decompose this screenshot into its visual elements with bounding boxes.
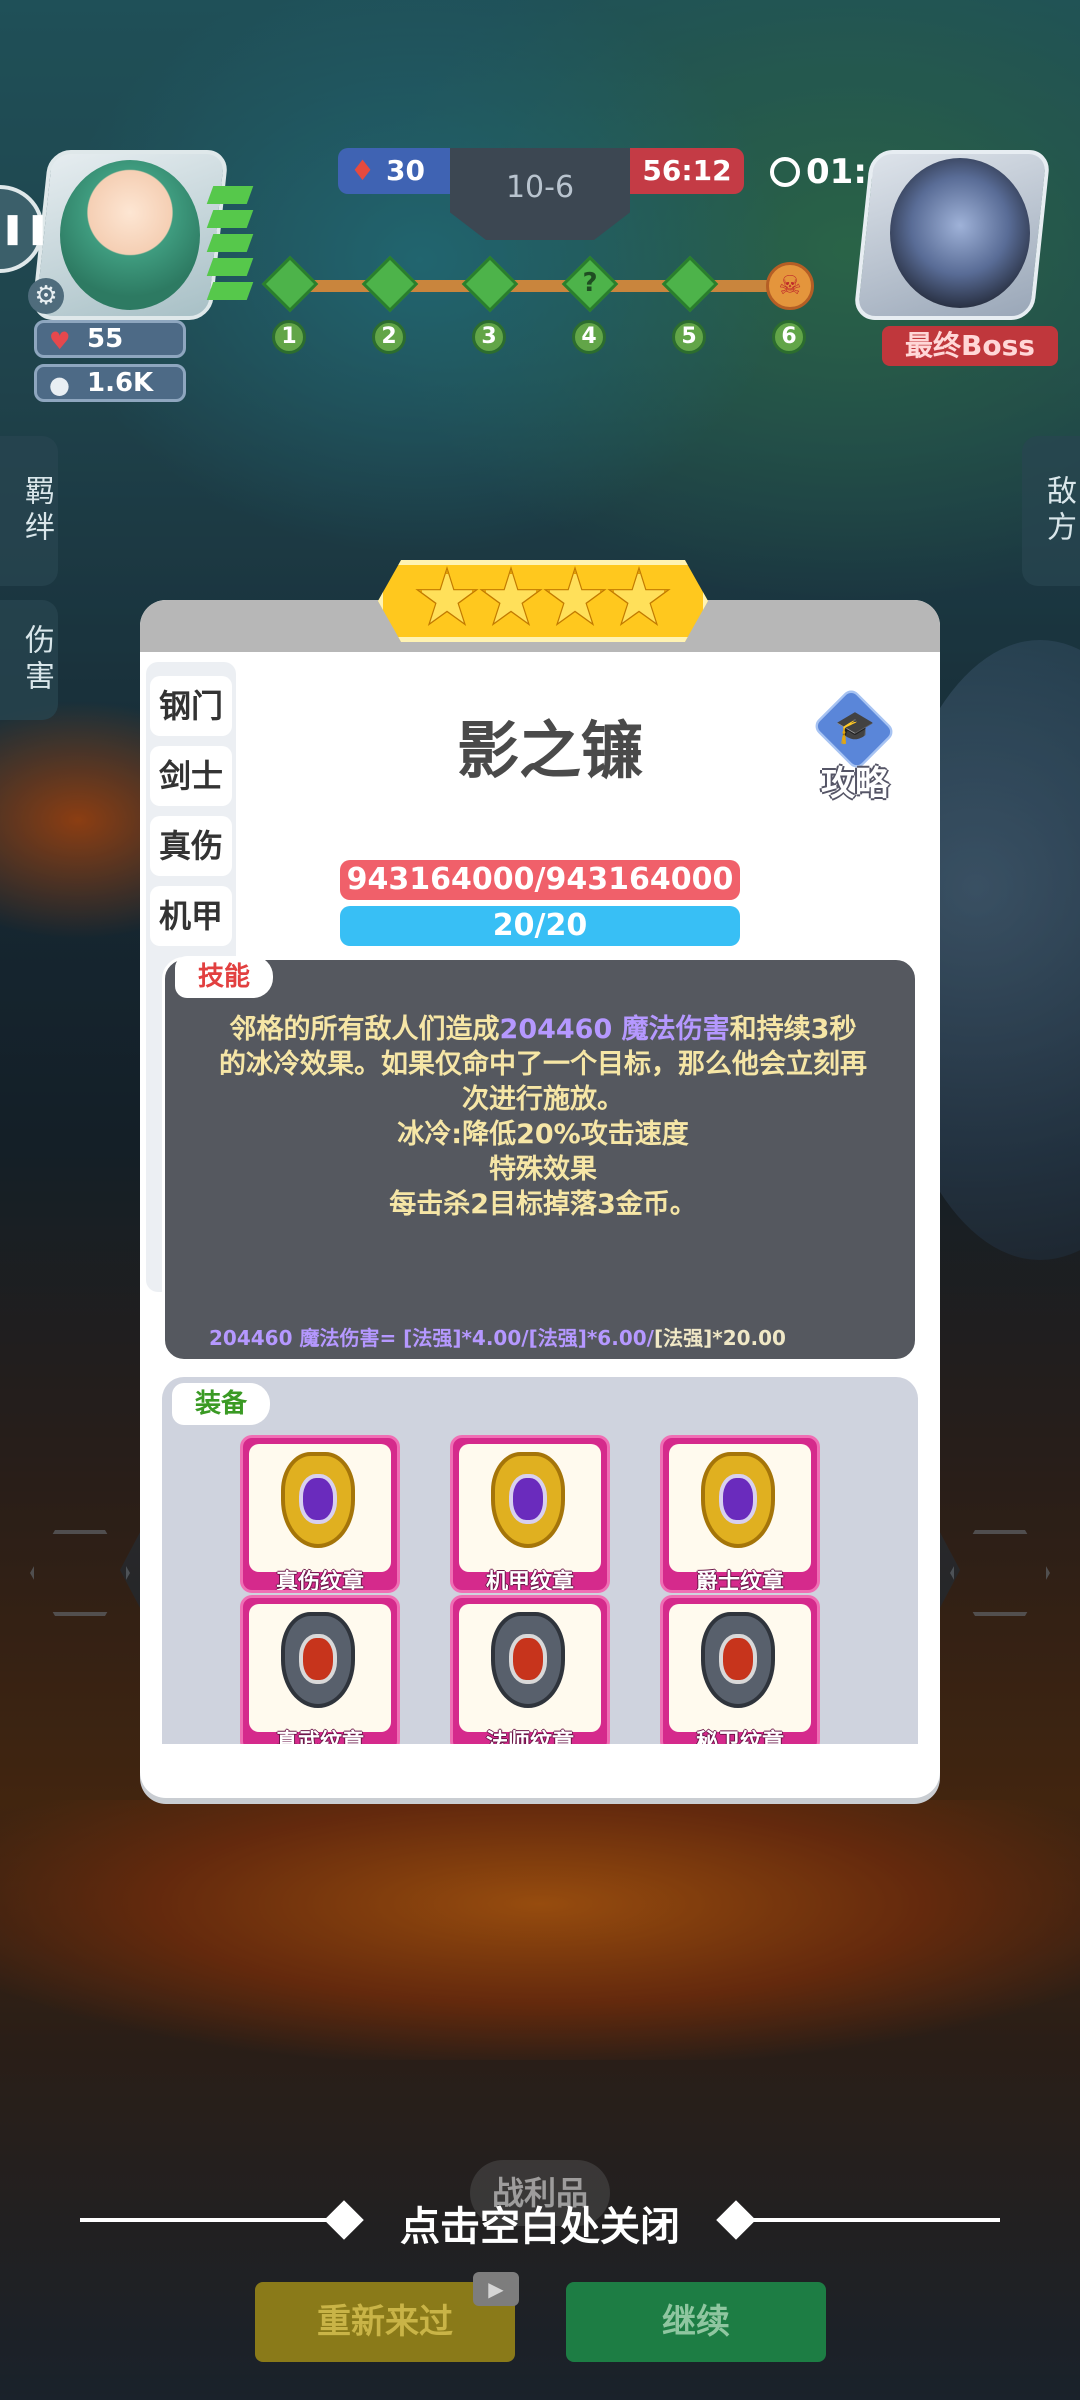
skill-text-line: 特殊效果 (489, 1154, 597, 1185)
emblem-icon (491, 1612, 565, 1708)
equipment-card[interactable]: 机甲纹章 (450, 1435, 610, 1593)
skill-text-line: 次进行施放。 (462, 1084, 624, 1115)
wave-node-boss: ☠ (764, 260, 816, 312)
dialog-footer (162, 1744, 918, 1794)
wave-node-1 (261, 255, 319, 313)
coin-icon: ● (49, 371, 70, 399)
player-hp-pill: ♥ 55 (34, 320, 186, 358)
hp-bar: 943164000/943164000 (340, 860, 740, 900)
video-icon: ▶ (473, 2272, 519, 2306)
hero-name: 影之镰 (456, 714, 643, 787)
star-rating (378, 560, 708, 642)
star-ribbon (378, 560, 708, 642)
wave-number-1: 1 (272, 320, 306, 354)
formula-part: 204460 魔法伤害= [法强]*4.00/[法强]*6.00/ (209, 1326, 654, 1350)
formula-part: [法强]*20.00 (653, 1326, 786, 1350)
emblem-icon (281, 1452, 355, 1548)
top-hud: ❚❚ ⚙ ♥ 55 ● 1.6K ♦ 30 10-6 56:12 01:4 ? … (0, 0, 1080, 420)
equipment-name: 机甲纹章 (485, 1570, 574, 1593)
skill-damage-highlight: 204460 魔法伤害 (499, 1014, 730, 1045)
kill-count-value: 30 (386, 154, 425, 187)
retry-label: 重新来过 (317, 2302, 453, 2342)
player-gold-value: 1.6K (87, 368, 154, 398)
equipment-panel: 装备 真伤纹章 机甲纹章 爵士纹章 真武纹章 法师纹章 秘卫纹章 (162, 1377, 918, 1789)
continue-button[interactable]: 继续 (566, 2282, 826, 2362)
enemy-tab[interactable]: 敌方 (1022, 436, 1080, 586)
wave-node-5 (661, 255, 719, 313)
close-hint[interactable]: 点击空白处关闭 (0, 2190, 1080, 2250)
skill-text-line: 每击杀2目标掉落3金币。 (389, 1189, 697, 1220)
wave-number-3: 3 (472, 320, 506, 354)
skill-text-line: 冰冷:降低20%攻击速度 (397, 1119, 689, 1150)
boss-avatar[interactable] (890, 158, 1030, 308)
player-gold-pill: ● 1.6K (34, 364, 186, 402)
flame-icon: ♦ (350, 154, 376, 187)
wave-number-6: 6 (772, 320, 806, 354)
player-hp-value: 55 (87, 324, 124, 354)
player-avatar[interactable] (60, 160, 200, 310)
heart-icon: ♥ (49, 327, 71, 355)
trait-tag[interactable]: 真伤 (150, 816, 232, 876)
skill-text-line: 邻格的所有敌人们造成 (229, 1014, 500, 1045)
wave-number-4: 4 (572, 320, 606, 354)
skill-description: 邻格的所有敌人们造成204460 魔法伤害和持续3秒 的冰冷效果。如果仅命中了一… (195, 1012, 891, 1222)
wave-node-3 (461, 255, 519, 313)
gear-icon[interactable]: ⚙ (28, 278, 64, 314)
stage-indicator: 10-6 (450, 148, 630, 240)
equipment-card[interactable]: 爵士纹章 (660, 1435, 820, 1593)
equipment-card[interactable]: 真武纹章 (240, 1595, 400, 1753)
equipment-card[interactable]: 法师纹章 (450, 1595, 610, 1753)
emblem-icon (701, 1452, 775, 1548)
emblem-icon (701, 1612, 775, 1708)
wave-node-4: ? (561, 255, 619, 313)
skull-icon: ☠ (766, 262, 814, 310)
wave-node-2 (361, 255, 419, 313)
close-hint-text: 点击空白处关闭 (400, 2204, 680, 2250)
mana-bar: 20/20 (340, 906, 740, 946)
equipment-name: 爵士纹章 (695, 1570, 784, 1593)
equipment-tab-label: 装备 (172, 1383, 270, 1425)
damage-tab[interactable]: 伤害 (0, 600, 58, 720)
emblem-icon (281, 1612, 355, 1708)
boss-label: 最终Boss (882, 326, 1058, 366)
equipment-card[interactable]: 真伤纹章 (240, 1435, 400, 1593)
emblem-icon (491, 1452, 565, 1548)
bond-tab[interactable]: 羁绊 (0, 436, 58, 586)
graduation-cap-icon: 🎓 (835, 708, 875, 746)
enemy-score: 56:12 (630, 148, 744, 194)
guide-label: 攻略 (821, 764, 889, 804)
skill-tab-label: 技能 (175, 956, 273, 998)
damage-formula: 204460 魔法伤害= [法强]*4.00/[法强]*6.00/[法强]*20… (209, 1322, 889, 1351)
skill-text-line: 的冰冷效果。如果仅命中了一个目标，那么他会立刻再 (219, 1049, 867, 1080)
trait-tag[interactable]: 钢门 (150, 676, 232, 736)
kill-count: ♦ 30 (338, 148, 450, 194)
hero-detail-dialog: 钢门 剑士 真伤 机甲 影之镰 🎓 攻略 943164000/943164000… (140, 600, 940, 1798)
skill-panel: 技能 邻格的所有敌人们造成204460 魔法伤害和持续3秒 的冰冷效果。如果仅命… (162, 956, 918, 1362)
retry-button[interactable]: 重新来过 ▶ (255, 2272, 519, 2362)
skill-text-line: 和持续3秒 (729, 1014, 857, 1045)
energy-meter (200, 180, 254, 310)
clock-icon (770, 157, 800, 187)
divider-line (80, 2218, 350, 2222)
trait-tag[interactable]: 机甲 (150, 886, 232, 946)
wave-number-5: 5 (672, 320, 706, 354)
guide-button[interactable]: 🎓 攻略 (800, 686, 910, 804)
trait-tag[interactable]: 剑士 (150, 746, 232, 806)
equipment-name: 真伤纹章 (275, 1570, 364, 1593)
equipment-card[interactable]: 秘卫纹章 (660, 1595, 820, 1753)
wave-number-2: 2 (372, 320, 406, 354)
divider-line (730, 2218, 1000, 2222)
